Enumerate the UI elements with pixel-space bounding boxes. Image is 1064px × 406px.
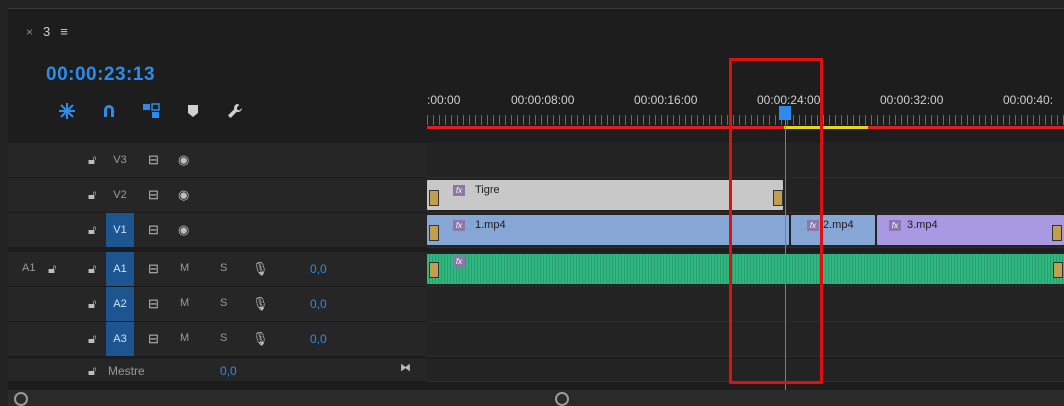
close-icon[interactable]: × [26,25,33,39]
track-row-v2: 🔓︎ V2 ⊟ ◉ fx Tigre [8,178,1064,213]
lock-icon[interactable]: 🔓︎ [88,331,96,347]
lock-icon[interactable]: 🔓︎ [88,261,96,277]
mute-button[interactable]: M [180,262,189,274]
snap-icon[interactable] [46,99,88,123]
eye-icon[interactable]: ◉ [178,152,189,168]
annotation-highlight-box [729,58,823,384]
magnet-icon[interactable] [88,99,130,123]
track-header-master: 🔓︎ Mestre 0,0 ⧓ [8,359,427,382]
mute-button[interactable]: M [180,332,189,344]
timeline-panel: × 3 ≡ 00:00:23:13 :00:00 00:00:08:00 00:… [8,8,1064,406]
sync-lock-icon[interactable]: ⊟ [148,331,159,347]
track-header-a1: A1 🔓︎ 🔓︎ A1 ⊟ M S 🎙︎ 0,0 [8,252,427,287]
fx-badge: fx [889,220,901,231]
clip-name: 2.mp4 [823,219,854,231]
work-area-bar-render-end [868,126,1064,129]
solo-button[interactable]: S [220,332,227,344]
lock-icon[interactable]: 🔓︎ [48,261,56,277]
lock-icon[interactable]: 🔓︎ [88,363,96,379]
track-header-v1: 🔓︎ V1 ⊟ ◉ [8,213,427,248]
sync-lock-icon[interactable]: ⊟ [148,296,159,312]
track-header-v3: 🔓︎ V3 ⊟ ◉ [8,143,427,178]
sync-lock-icon[interactable]: ⊟ [148,187,159,203]
clip-start-handle [429,262,439,278]
track-header-v2: 🔓︎ V2 ⊟ ◉ [8,178,427,213]
fx-badge: fx [453,220,465,231]
fx-badge: fx [453,185,465,196]
microphone-icon[interactable]: 🎙︎ [252,261,269,277]
track-header-a3: 🔓︎ A3 ⊟ M S 🎙︎ 0,0 [8,322,427,357]
marker-icon[interactable] [172,99,214,123]
solo-button[interactable]: S [220,297,227,309]
ruler-label: 00:00:40: [1003,93,1054,107]
wrench-icon[interactable] [214,99,256,123]
lock-icon[interactable]: 🔓︎ [88,296,96,312]
track-row-a1: A1 🔓︎ 🔓︎ A1 ⊟ M S 🎙︎ 0,0 fx [8,252,1064,287]
track-row-v1: 🔓︎ V1 ⊟ ◉ fx 1.mp4 fx 2.mp4 fx 3.mp4 [8,213,1064,248]
track-target-a1[interactable]: A1 [106,252,134,286]
mute-button[interactable]: M [180,297,189,309]
microphone-icon[interactable]: 🎙︎ [252,331,269,347]
ruler-label: 00:00:32:00 [880,93,944,107]
eye-icon[interactable]: ◉ [178,222,189,238]
clip-end-handle [1053,262,1063,278]
sync-lock-icon[interactable]: ⊟ [148,222,159,238]
master-volume[interactable]: 0,0 [220,364,237,378]
sequence-tab[interactable]: × 3 ≡ [26,24,68,39]
clip-3-mp4[interactable]: fx 3.mp4 [877,215,1064,245]
clip-name: 3.mp4 [907,219,938,231]
track-volume[interactable]: 0,0 [310,332,327,346]
menu-icon[interactable]: ≡ [60,24,68,39]
ruler-label: :00:00 [427,93,461,107]
sync-lock-icon[interactable]: ⊟ [148,261,159,277]
sequence-tab-label: 3 [43,24,51,39]
track-volume[interactable]: 0,0 [310,262,327,276]
master-label: Mestre [108,364,145,378]
lock-icon[interactable]: 🔓︎ [88,187,96,203]
track-row-a2: 🔓︎ A2 ⊟ M S 🎙︎ 0,0 [8,287,1064,322]
fx-badge: fx [453,256,465,267]
linked-selection-icon[interactable] [130,99,172,123]
track-header-a2: 🔓︎ A2 ⊟ M S 🎙︎ 0,0 [8,287,427,322]
track-row-a3: 🔓︎ A3 ⊟ M S 🎙︎ 0,0 [8,322,1064,357]
collapse-tracks-icon[interactable]: ⧓ [400,361,411,374]
header-scrollbar[interactable] [8,390,427,406]
solo-button[interactable]: S [220,262,227,274]
eye-icon[interactable]: ◉ [178,187,189,203]
track-target-a3[interactable]: A3 [106,322,134,356]
sync-lock-icon[interactable]: ⊟ [148,152,159,168]
track-target-v2[interactable]: V2 [106,178,134,212]
clip-name: 1.mp4 [475,219,506,231]
lock-icon[interactable]: 🔓︎ [88,152,96,168]
timeline-scrollbar[interactable] [427,390,1064,406]
timeline-tools [46,99,256,123]
track-target-v3[interactable]: V3 [106,143,134,177]
track-row-v3: 🔓︎ V3 ⊟ ◉ [8,143,1064,178]
track-target-a2[interactable]: A2 [106,287,134,321]
clip-name: Tigre [475,184,500,196]
scroll-handle[interactable] [555,392,569,406]
clip-start-handle [429,190,439,206]
source-patch-a1[interactable]: A1 [22,262,35,274]
playhead-timecode[interactable]: 00:00:23:13 [46,64,155,86]
clip-start-handle [429,225,439,241]
clip-end-handle [1052,225,1062,241]
scroll-handle[interactable] [14,392,28,406]
track-volume[interactable]: 0,0 [310,297,327,311]
ruler-label: 00:00:08:00 [511,93,575,107]
track-row-master: 🔓︎ Mestre 0,0 ⧓ [8,359,1064,382]
tab-bar: × 3 ≡ [8,9,1064,51]
lock-icon[interactable]: 🔓︎ [88,222,96,238]
track-target-v1[interactable]: V1 [106,213,134,247]
microphone-icon[interactable]: 🎙︎ [252,296,269,312]
ruler-label: 00:00:16:00 [634,93,698,107]
